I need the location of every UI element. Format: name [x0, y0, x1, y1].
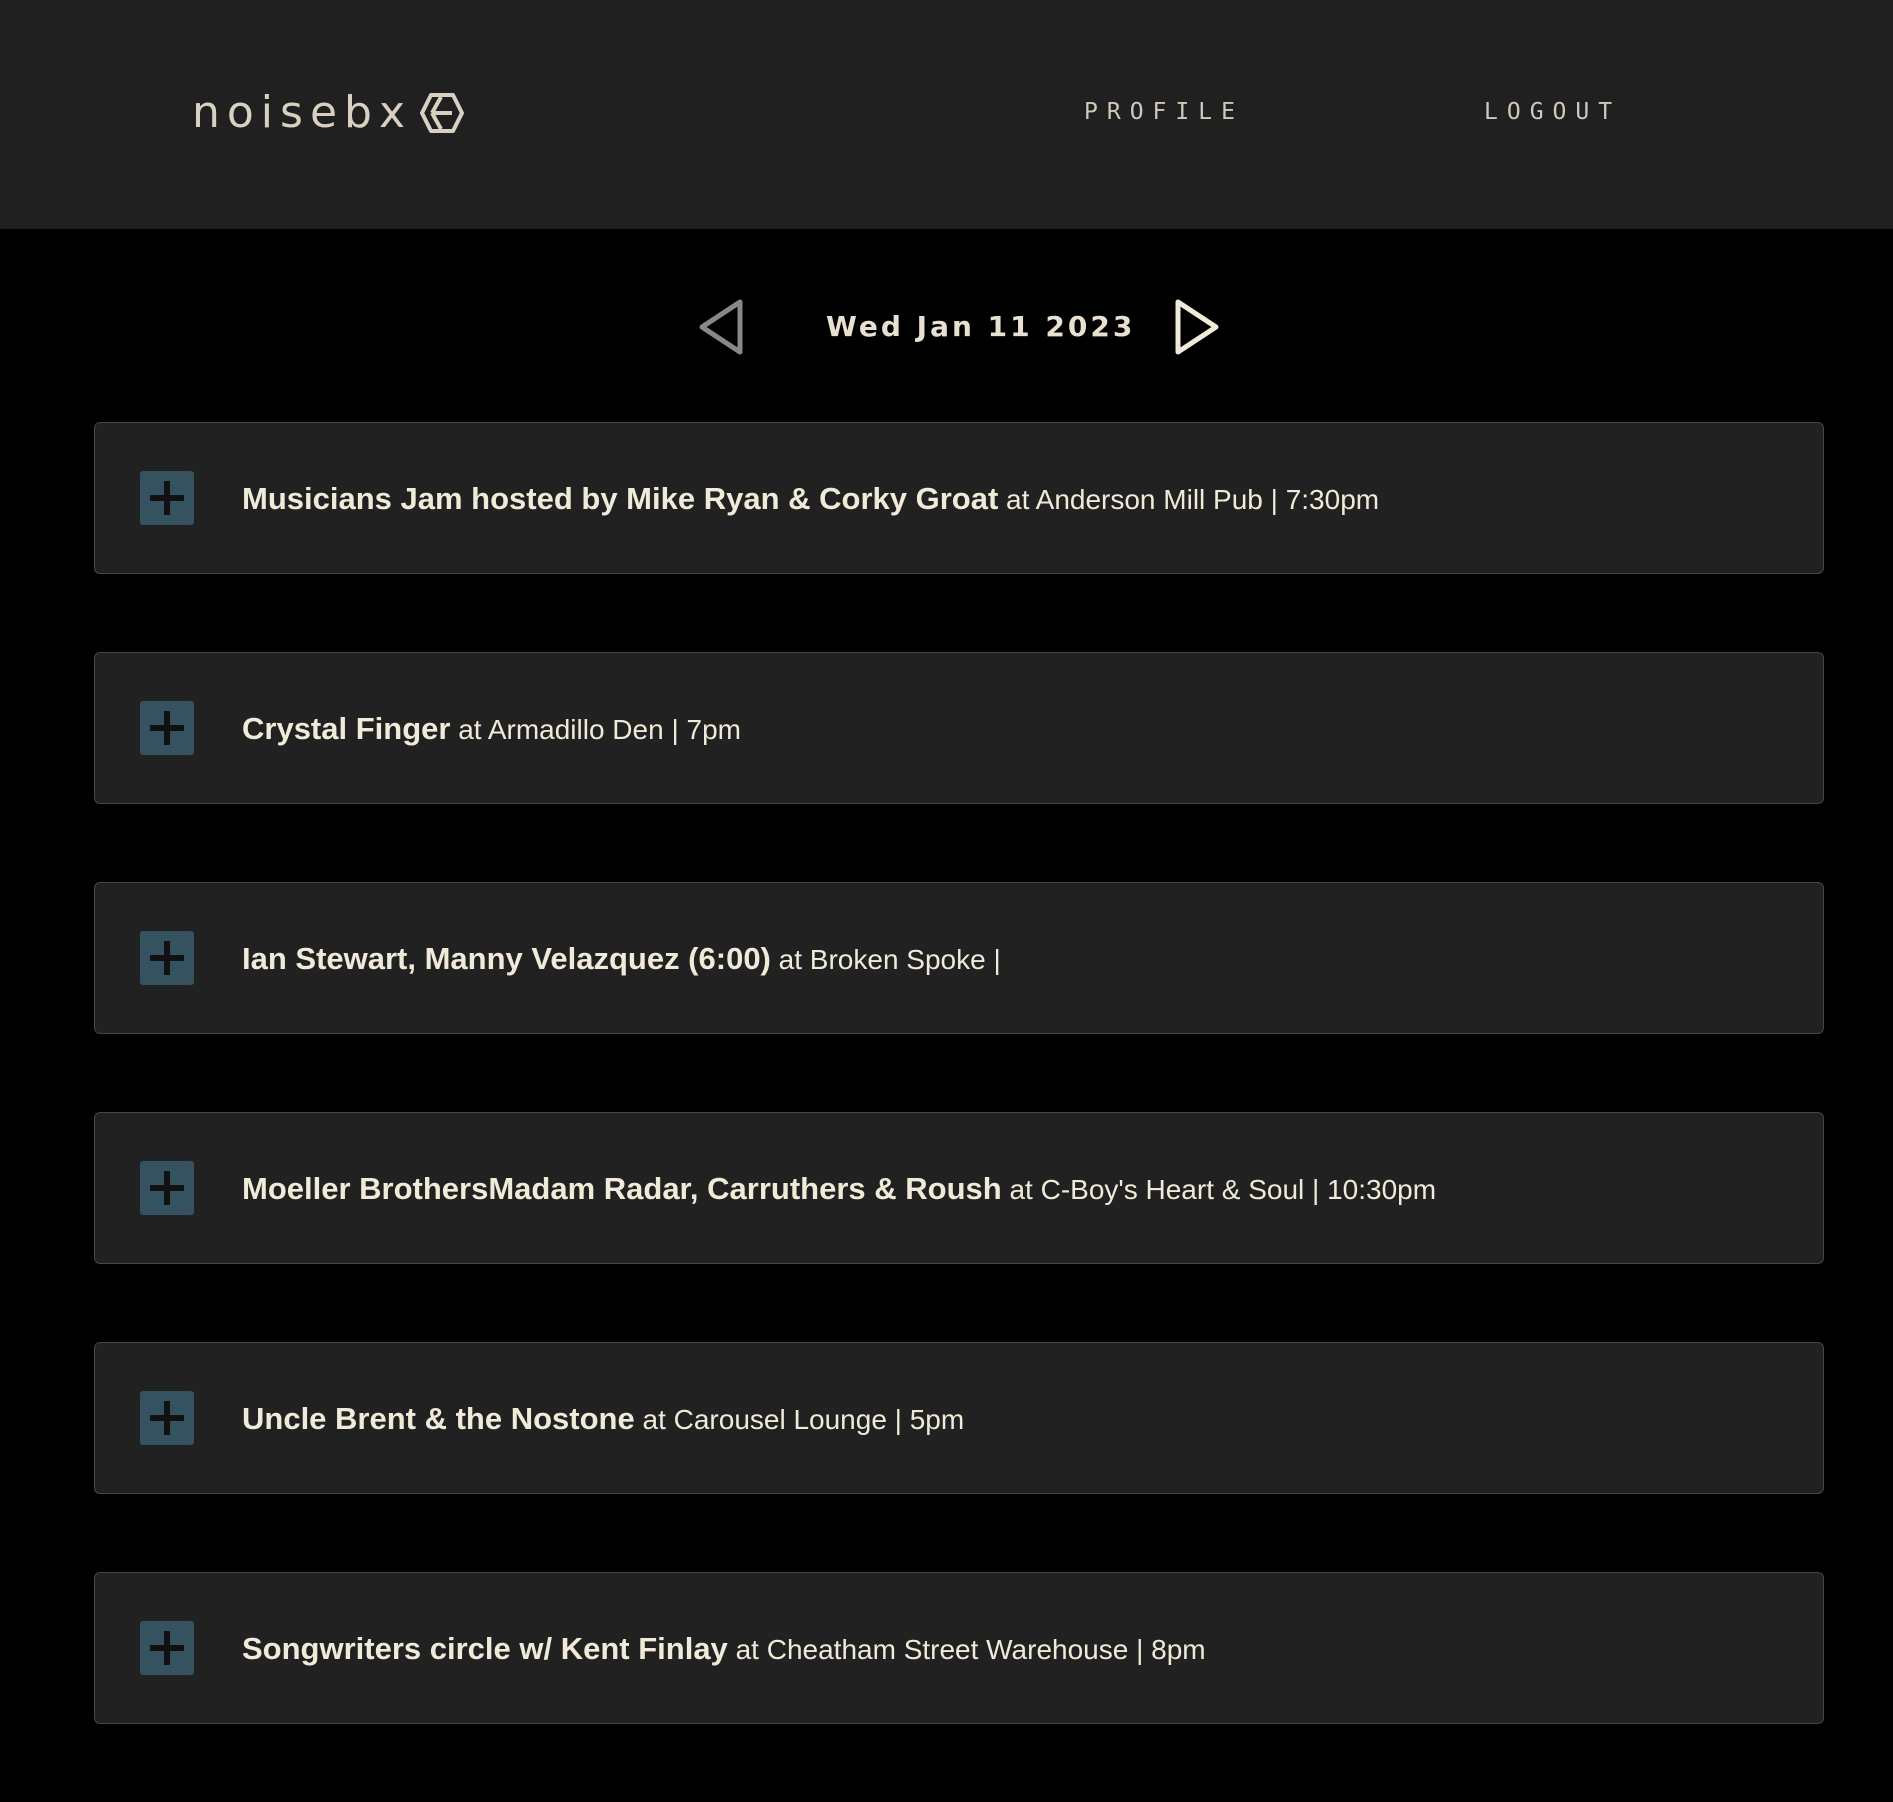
event-title[interactable]: Ian Stewart, Manny Velazquez (6:00) — [242, 941, 771, 976]
plus-icon — [150, 481, 184, 515]
event-title[interactable]: Songwriters circle w/ Kent Finlay — [242, 1631, 728, 1666]
event-card: Ian Stewart, Manny Velazquez (6:00) at B… — [94, 882, 1824, 1034]
event-text: Uncle Brent & the Nostone at Carousel Lo… — [242, 1401, 964, 1438]
date-navigator: Wed Jan 11 2023 — [0, 290, 1893, 362]
event-card: Uncle Brent & the Nostone at Carousel Lo… — [94, 1342, 1824, 1494]
nav-profile-link[interactable]: PROFILE — [1084, 97, 1244, 127]
event-card: Crystal Finger at Armadillo Den | 7pm — [94, 652, 1824, 804]
expand-button[interactable] — [140, 1621, 194, 1675]
event-venue-time: at Anderson Mill Pub | 7:30pm — [998, 484, 1380, 515]
plus-icon — [150, 711, 184, 745]
expand-button[interactable] — [140, 1161, 194, 1215]
event-text: Songwriters circle w/ Kent Finlay at Che… — [242, 1631, 1206, 1668]
triangle-right-icon[interactable] — [1170, 298, 1222, 356]
event-venue-time: at Broken Spoke | — [770, 944, 1001, 975]
plus-icon — [150, 941, 184, 975]
logo-text: noisebx — [192, 87, 412, 138]
event-text: Ian Stewart, Manny Velazquez (6:00) at B… — [242, 941, 1001, 978]
hexagon-logo-icon — [420, 93, 464, 133]
event-card: Moeller BrothersMadam Radar, Carruthers … — [94, 1112, 1824, 1264]
event-card: Musicians Jam hosted by Mike Ryan & Cork… — [94, 422, 1824, 574]
event-title[interactable]: Uncle Brent & the Nostone — [242, 1401, 635, 1436]
event-title[interactable]: Musicians Jam hosted by Mike Ryan & Cork… — [242, 481, 998, 516]
event-title[interactable]: Crystal Finger — [242, 711, 450, 746]
event-venue-time: at C-Boy's Heart & Soul | 10:30pm — [1001, 1174, 1437, 1205]
event-title[interactable]: Moeller BrothersMadam Radar, Carruthers … — [242, 1171, 1002, 1206]
plus-icon — [150, 1401, 184, 1435]
event-list: Musicians Jam hosted by Mike Ryan & Cork… — [94, 422, 1824, 1802]
plus-icon — [150, 1631, 184, 1665]
expand-button[interactable] — [140, 1391, 194, 1445]
expand-button[interactable] — [140, 931, 194, 985]
plus-icon — [150, 1171, 184, 1205]
logo[interactable]: noisebx — [192, 88, 464, 138]
expand-button[interactable] — [140, 471, 194, 525]
triangle-left-icon[interactable] — [696, 298, 748, 356]
event-text: Musicians Jam hosted by Mike Ryan & Cork… — [242, 481, 1379, 518]
nav-logout-link[interactable]: LOGOUT — [1484, 97, 1621, 127]
current-date: Wed Jan 11 2023 — [826, 310, 1136, 343]
event-venue-time: at Cheatham Street Warehouse | 8pm — [727, 1634, 1206, 1665]
event-venue-time: at Armadillo Den | 7pm — [450, 714, 741, 745]
top-header: noisebx PROFILE LOGOUT — [0, 0, 1893, 229]
event-venue-time: at Carousel Lounge | 5pm — [634, 1404, 965, 1435]
event-card: Songwriters circle w/ Kent Finlay at Che… — [94, 1572, 1824, 1724]
event-text: Moeller BrothersMadam Radar, Carruthers … — [242, 1171, 1436, 1208]
event-text: Crystal Finger at Armadillo Den | 7pm — [242, 711, 741, 748]
expand-button[interactable] — [140, 701, 194, 755]
